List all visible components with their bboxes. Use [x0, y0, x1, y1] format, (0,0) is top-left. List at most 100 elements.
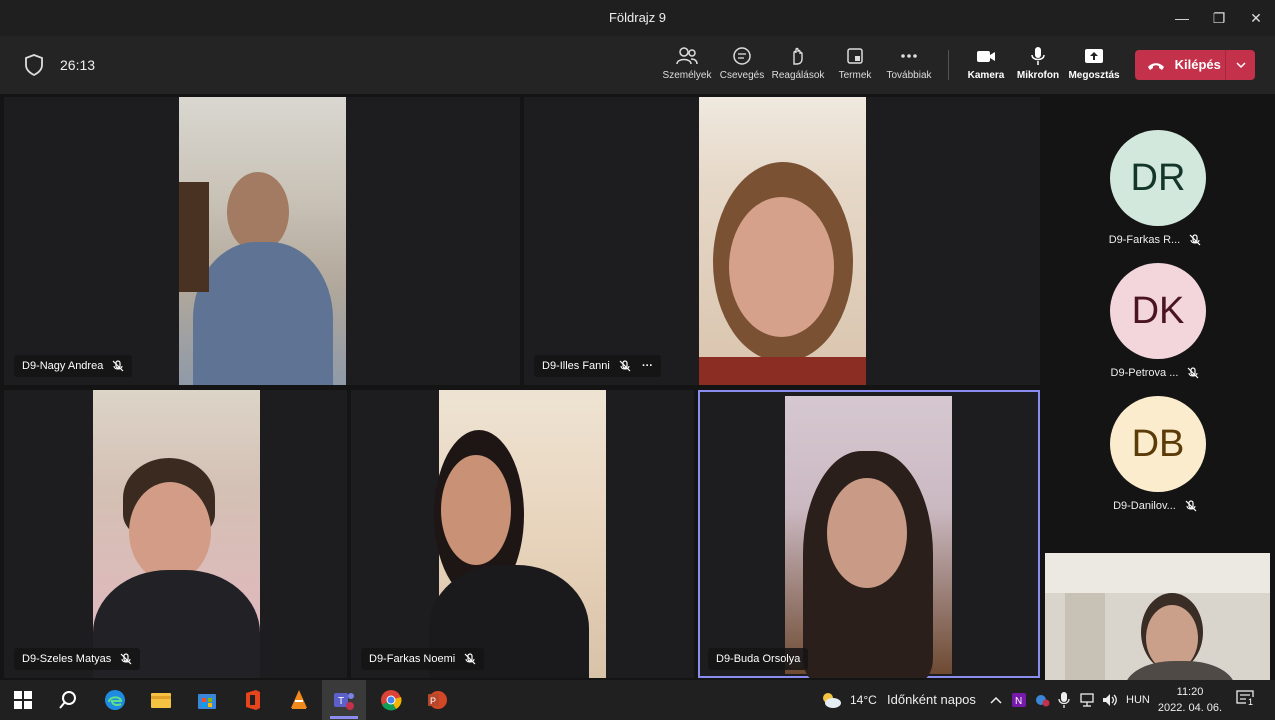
search-icon[interactable]	[56, 688, 80, 712]
office-icon[interactable]	[241, 688, 265, 712]
system-clock[interactable]: 11:20 2022. 04. 06.	[1150, 684, 1230, 716]
participant-head	[227, 172, 289, 252]
mic-muted-icon	[619, 360, 631, 372]
store-icon[interactable]	[195, 688, 219, 712]
svg-text:T: T	[338, 696, 344, 707]
close-button[interactable]: ✕	[1244, 6, 1268, 30]
participant-face	[129, 482, 211, 582]
video-tile-szeles-matyas[interactable]: D9-Szeles Matyas	[4, 390, 347, 678]
self-view-video[interactable]	[1045, 553, 1270, 680]
edge-browser-icon[interactable]	[103, 688, 127, 712]
mic-muted-icon	[464, 653, 476, 665]
more-button[interactable]: Továbbiak	[884, 46, 934, 81]
mic-muted-icon	[112, 360, 124, 372]
chrome-icon[interactable]	[379, 688, 403, 712]
minimize-button[interactable]: —	[1170, 6, 1194, 30]
participant-name: D9-Farkas R...	[1108, 234, 1181, 246]
mic-muted-icon	[1185, 500, 1197, 512]
people-button[interactable]: Személyek	[662, 46, 712, 81]
weather-text[interactable]: Időnként napos	[887, 680, 976, 720]
background-shelf	[179, 182, 209, 292]
participant-name: D9-Nagy Andrea	[22, 360, 104, 372]
title-bar: Földrajz 9 — ❐ ✕	[0, 0, 1275, 36]
participant-video	[699, 97, 866, 385]
tile-more-options[interactable]: ···	[642, 360, 653, 372]
shield-icon[interactable]	[24, 54, 44, 76]
onenote-icon[interactable]: N	[1011, 692, 1027, 708]
rooms-icon	[847, 48, 863, 64]
powerpoint-icon[interactable]: P	[425, 688, 449, 712]
notification-count: 1	[1246, 697, 1256, 707]
meeting-timer: 26:13	[60, 57, 96, 73]
camera-button[interactable]: Kamera	[964, 46, 1008, 81]
microphone-label: Mikrofon	[1016, 70, 1060, 81]
participant-body	[193, 242, 333, 385]
input-language[interactable]: HUN	[1126, 680, 1150, 720]
svg-text:P: P	[430, 696, 436, 706]
toolbar-divider	[948, 50, 949, 80]
reactions-label: Reagálások	[771, 70, 825, 81]
participant-nametag: D9-Illes Fanni ···	[534, 355, 661, 377]
more-label: Továbbiak	[886, 70, 932, 81]
maximize-button[interactable]: ❐	[1207, 6, 1231, 30]
volume-icon[interactable]	[1101, 692, 1119, 708]
mic-muted-icon	[120, 653, 132, 665]
weather-temp[interactable]: 14°C	[850, 680, 877, 720]
reaction-hand-icon	[793, 47, 803, 65]
network-icon[interactable]	[1078, 692, 1096, 708]
participant-nametag: D9-Nagy Andrea	[14, 355, 133, 377]
side-participant-petrova: D9-Petrova ...	[1085, 367, 1225, 379]
microphone-tray-icon[interactable]	[1057, 691, 1071, 709]
teams-tray-icon[interactable]	[1034, 692, 1050, 708]
self-body	[1125, 661, 1235, 680]
vlc-icon[interactable]	[287, 688, 311, 712]
notification-center-button[interactable]: 1	[1236, 690, 1258, 710]
participant-nametag: D9-Buda Orsolya	[708, 648, 809, 670]
avatar-danilov[interactable]: DB	[1110, 396, 1206, 492]
camera-label: Kamera	[967, 70, 1005, 81]
teams-taskbar-active[interactable]: T	[322, 680, 366, 720]
chat-button[interactable]: Csevegés	[718, 46, 766, 81]
microphone-button[interactable]: Mikrofon	[1014, 46, 1062, 81]
avatar-petrova[interactable]: DK	[1110, 263, 1206, 359]
video-tile-farkas-noemi[interactable]: D9-Farkas Noemi	[351, 390, 694, 678]
weather-icon[interactable]	[820, 690, 842, 710]
participant-name: D9-Buda Orsolya	[716, 653, 801, 665]
chevron-up-icon[interactable]	[989, 695, 1003, 705]
video-tile-buda-orsolya[interactable]: D9-Buda Orsolya	[698, 390, 1040, 678]
share-button[interactable]: Megosztás	[1066, 46, 1122, 81]
share-screen-icon	[1085, 49, 1103, 63]
leave-label: Kilépés	[1174, 57, 1221, 72]
leave-button[interactable]: Kilépés	[1135, 50, 1255, 80]
microphone-icon	[1031, 47, 1045, 65]
meeting-toolbar: 26:13 Személyek Csevegés Reagálások Term…	[0, 36, 1275, 94]
self-ceiling	[1045, 553, 1270, 593]
svg-text:N: N	[1015, 696, 1022, 707]
chevron-down-icon	[1235, 62, 1246, 69]
file-explorer-icon[interactable]	[149, 688, 173, 712]
reactions-button[interactable]: Reagálások	[770, 46, 826, 81]
participant-video	[93, 390, 260, 678]
teams-icon: T	[334, 693, 354, 710]
camera-icon	[977, 51, 995, 62]
rooms-button[interactable]: Termek	[834, 46, 876, 81]
leave-label-wrap: Kilépés	[1147, 50, 1221, 80]
video-tile-illes-fanni[interactable]: D9-Illes Fanni ···	[524, 97, 1040, 385]
chat-icon	[733, 47, 751, 65]
participant-name: D9-Farkas Noemi	[369, 653, 456, 665]
people-icon	[676, 47, 698, 65]
video-tile-nagy-andrea[interactable]: D9-Nagy Andrea	[4, 97, 520, 385]
window-title: Földrajz 9	[608, 10, 667, 25]
participant-nametag: D9-Szeles Matyas	[14, 648, 141, 670]
leave-options-button[interactable]	[1225, 50, 1255, 80]
self-wall	[1065, 593, 1105, 680]
participant-nametag: D9-Farkas Noemi	[361, 648, 485, 670]
avatar-farkas-r[interactable]: DR	[1110, 130, 1206, 226]
participant-face	[827, 478, 907, 588]
windows-start-icon[interactable]	[11, 688, 35, 712]
side-participant-danilov: D9-Danilov...	[1085, 500, 1225, 512]
windows-taskbar: T P 14°C Időnként napos N HUN 11:20 2022…	[0, 680, 1275, 720]
participant-shirt	[699, 357, 866, 385]
chat-label: Csevegés	[719, 70, 765, 81]
participant-video	[785, 396, 952, 678]
